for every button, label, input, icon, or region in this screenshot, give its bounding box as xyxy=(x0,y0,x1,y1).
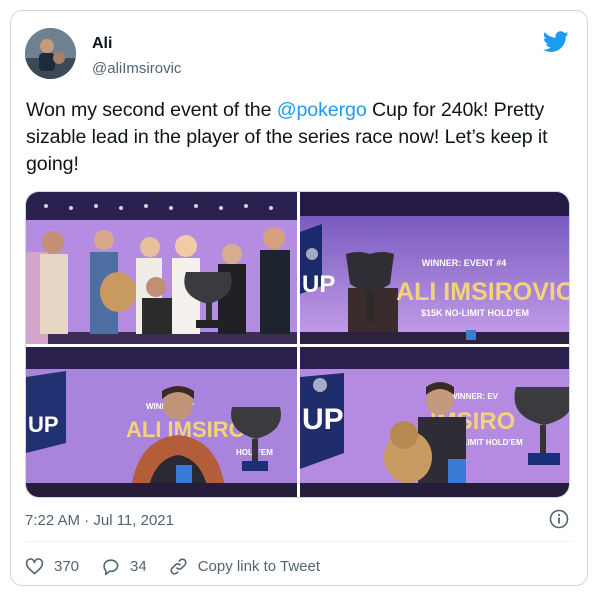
divider xyxy=(25,541,573,542)
partial-winner-text: WINNER: EV xyxy=(450,392,499,401)
author-avatar[interactable] xyxy=(25,28,76,79)
logo-text: UP xyxy=(302,271,335,298)
photo-group[interactable] xyxy=(26,192,297,344)
banner-name-text: ALI IMSIROVIC xyxy=(396,278,570,306)
tweet-timestamp[interactable]: 7:22 AM · Jul 11, 2021 xyxy=(25,512,174,529)
copy-link-label: Copy link to Tweet xyxy=(197,557,321,575)
reply-icon xyxy=(103,558,119,575)
tweet-text: Won my second event of the @pokergo Cup … xyxy=(26,97,586,178)
link-icon xyxy=(170,557,187,575)
like-button[interactable]: 370 xyxy=(25,557,79,576)
banner-event-text: $15K NO-LIMIT HOLD’EM xyxy=(421,308,529,318)
action-bar: 370 34 Copy link to Tweet xyxy=(25,555,342,577)
reply-count: 34 xyxy=(130,557,147,575)
photo-seated-dog[interactable]: UP WINNER: EV IMSIRO -LIMIT HOLD’EM xyxy=(300,347,569,497)
author-handle[interactable]: @aliImsirovic xyxy=(92,60,181,77)
tweet-text-part: Won my second event of the xyxy=(26,99,277,121)
photo-winner-banner[interactable]: UP WINNER: EVENT #4 ALI IMSIROVIC $15K N… xyxy=(300,192,570,344)
heart-icon xyxy=(25,557,44,574)
like-count: 370 xyxy=(54,557,80,575)
twitter-bird-icon[interactable] xyxy=(543,31,569,53)
banner-winner-text: WINNER: EVENT #4 xyxy=(422,258,507,268)
info-icon[interactable] xyxy=(549,509,569,529)
mention-link[interactable]: @pokergo xyxy=(277,99,367,121)
author-name[interactable]: Ali xyxy=(92,35,112,53)
photo-grid: UP WINNER: EVENT #4 ALI IMSIROVIC $15K N… xyxy=(25,191,570,498)
photo-seated-trophy[interactable]: UP WINNER: EV ALI IMSIRO HOLD’EM xyxy=(26,347,297,497)
tweet-card: Ali @aliImsirovic Won my second event of… xyxy=(10,10,588,586)
reply-button[interactable]: 34 xyxy=(101,557,147,576)
copy-link-button[interactable]: Copy link to Tweet xyxy=(169,557,320,576)
logo-text: UP xyxy=(28,412,59,437)
partial-event-text: -LIMIT HOLD’EM xyxy=(460,438,523,447)
logo-text: UP xyxy=(302,403,344,436)
